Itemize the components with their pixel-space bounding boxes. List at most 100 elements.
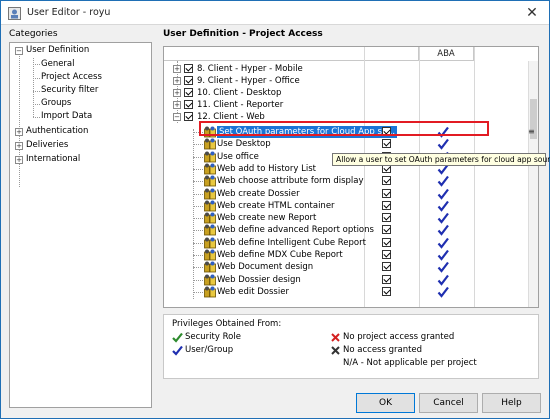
blue-check-icon[interactable] bbox=[437, 274, 449, 286]
privilege-icon bbox=[204, 237, 216, 249]
privilege-label: Web define advanced Report options bbox=[217, 225, 374, 236]
privilege-label: Web define MDX Cube Report bbox=[217, 250, 343, 260]
group-label: 8. Client - Hyper - Mobile bbox=[197, 64, 303, 74]
highlight-annotation bbox=[199, 121, 489, 136]
user-editor-icon bbox=[8, 7, 21, 20]
sidebar-item-user-definition[interactable]: User Definition bbox=[26, 45, 89, 56]
categories-tree: − User Definition General Project Access… bbox=[9, 42, 152, 408]
tree-line bbox=[193, 156, 203, 158]
sidebar-item-groups[interactable]: Groups bbox=[41, 98, 71, 109]
sidebar-item-general[interactable]: General bbox=[41, 59, 75, 70]
cancel-button[interactable]: Cancel bbox=[419, 393, 478, 413]
privilege-row[interactable]: Web define Intelligent Cube Report bbox=[164, 237, 529, 249]
privilege-icon bbox=[204, 163, 216, 175]
security-role-checkbox[interactable] bbox=[382, 250, 391, 259]
tree-line bbox=[33, 104, 40, 105]
blue-check-icon[interactable] bbox=[437, 138, 449, 151]
tree-line bbox=[193, 230, 203, 232]
title-bar[interactable]: User Editor - royu ✕ bbox=[1, 1, 549, 25]
blue-check-icon[interactable] bbox=[437, 286, 449, 298]
security-role-checkbox[interactable] bbox=[382, 225, 391, 235]
tree-line bbox=[193, 181, 203, 183]
collapse-toggle[interactable]: − bbox=[15, 47, 23, 55]
security-role-checkbox[interactable] bbox=[382, 176, 391, 186]
privilege-row[interactable]: Web create HTML container bbox=[164, 200, 529, 212]
privilege-row[interactable]: Web Dossier design bbox=[164, 274, 529, 286]
security-role-checkbox[interactable] bbox=[382, 200, 391, 210]
group-label: 10. Client - Desktop bbox=[197, 88, 282, 98]
group-checkbox[interactable] bbox=[184, 100, 193, 109]
blue-check-icon[interactable] bbox=[437, 175, 449, 187]
blue-check-icon[interactable] bbox=[437, 212, 449, 224]
privilege-group-row[interactable]: + 9. Client - Hyper - Office bbox=[164, 75, 529, 87]
privilege-icon bbox=[204, 138, 216, 150]
security-role-checkbox[interactable] bbox=[382, 188, 391, 198]
expand-toggle[interactable]: + bbox=[15, 156, 23, 164]
expand-toggle[interactable]: + bbox=[173, 77, 181, 85]
privilege-row[interactable]: Web choose attribute form display bbox=[164, 175, 529, 187]
sidebar-item-deliveries[interactable]: Deliveries bbox=[26, 140, 68, 151]
privilege-row[interactable]: Web Document design bbox=[164, 261, 529, 274]
privilege-row[interactable]: Web create Dossier bbox=[164, 188, 529, 200]
privilege-group-row[interactable]: + 10. Client - Desktop bbox=[164, 87, 529, 99]
privileges-grid: ABA + 8. Client - Hyper - Mobile + 9. Cl… bbox=[163, 46, 539, 308]
sidebar-item-security-filter[interactable]: Security filter bbox=[41, 85, 98, 96]
privilege-icon bbox=[204, 224, 216, 236]
blue-check-icon[interactable] bbox=[437, 200, 449, 212]
privilege-row[interactable]: Web define advanced Report options bbox=[164, 224, 529, 237]
blue-check-icon[interactable] bbox=[437, 249, 449, 261]
privilege-row[interactable]: Web define MDX Cube Report bbox=[164, 249, 529, 261]
privilege-icon bbox=[204, 261, 216, 273]
blue-check-icon[interactable] bbox=[437, 237, 449, 249]
green-check-icon bbox=[172, 332, 183, 343]
tree-line bbox=[193, 279, 203, 281]
privilege-label: Web create Dossier bbox=[217, 188, 300, 199]
expand-toggle[interactable]: + bbox=[173, 101, 181, 109]
close-icon[interactable]: ✕ bbox=[521, 4, 543, 22]
legend-security-role: Security Role bbox=[185, 332, 241, 342]
expand-toggle[interactable]: + bbox=[173, 89, 181, 97]
privilege-group-row[interactable]: + 8. Client - Hyper - Mobile bbox=[164, 63, 529, 75]
security-role-checkbox[interactable] bbox=[382, 286, 391, 296]
blue-check-icon[interactable] bbox=[437, 188, 449, 200]
tree-line bbox=[193, 193, 203, 195]
sidebar-item-import-data[interactable]: Import Data bbox=[41, 111, 92, 122]
project-column-header[interactable]: ABA bbox=[419, 47, 474, 61]
tree-line bbox=[33, 78, 40, 79]
sidebar-item-international[interactable]: International bbox=[26, 154, 80, 165]
security-role-checkbox[interactable] bbox=[382, 262, 391, 272]
sidebar-item-project-access[interactable]: Project Access bbox=[41, 72, 102, 83]
collapse-toggle[interactable]: − bbox=[173, 113, 181, 121]
privilege-icon bbox=[204, 175, 216, 187]
privilege-row[interactable]: Web create new Report bbox=[164, 212, 529, 224]
ok-button[interactable]: OK bbox=[356, 393, 415, 413]
group-checkbox[interactable] bbox=[184, 76, 193, 85]
privilege-row[interactable]: Web edit Dossier bbox=[164, 286, 529, 298]
privilege-row[interactable]: Use Desktop bbox=[164, 138, 529, 151]
help-button[interactable]: Help bbox=[482, 393, 541, 413]
vertical-scrollbar[interactable] bbox=[528, 61, 538, 307]
sidebar-item-authentication[interactable]: Authentication bbox=[26, 126, 88, 137]
group-checkbox[interactable] bbox=[184, 112, 193, 121]
user-editor-window: User Editor - royu ✕ Categories − User D… bbox=[0, 0, 550, 419]
group-checkbox[interactable] bbox=[184, 64, 193, 73]
security-role-checkbox[interactable] bbox=[382, 213, 391, 223]
privilege-label: Web edit Dossier bbox=[217, 286, 289, 297]
blue-check-icon[interactable] bbox=[437, 261, 449, 274]
grip-icon[interactable]: ≡ bbox=[528, 128, 535, 136]
group-checkbox[interactable] bbox=[184, 88, 193, 97]
security-role-checkbox[interactable] bbox=[382, 274, 391, 284]
expand-toggle[interactable]: + bbox=[15, 128, 23, 136]
privilege-label: Web create HTML container bbox=[217, 200, 335, 211]
expand-toggle[interactable]: + bbox=[15, 142, 23, 150]
tree-line bbox=[193, 168, 203, 170]
expand-toggle[interactable]: + bbox=[173, 65, 181, 73]
security-role-checkbox[interactable] bbox=[382, 139, 391, 149]
security-role-checkbox[interactable] bbox=[382, 237, 391, 247]
blue-check-icon[interactable] bbox=[437, 224, 449, 237]
privileges-legend: Privileges Obtained From: Security Role … bbox=[163, 314, 539, 379]
privilege-label: Use Desktop bbox=[217, 139, 271, 150]
tree-line bbox=[19, 56, 20, 187]
tree-line bbox=[33, 64, 40, 65]
privilege-group-row[interactable]: + 11. Client - Reporter bbox=[164, 99, 529, 111]
